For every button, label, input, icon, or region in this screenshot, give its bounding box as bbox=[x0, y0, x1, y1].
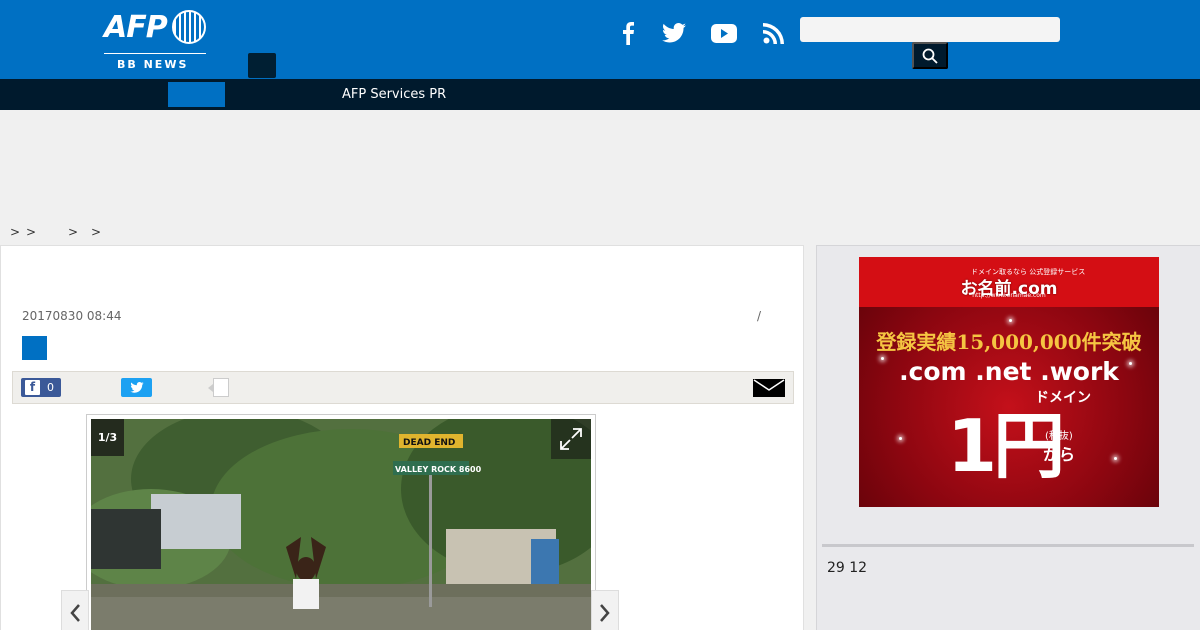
ad-price: 1円 bbox=[947, 404, 1065, 488]
gallery-expand-button[interactable] bbox=[551, 419, 591, 459]
photo-sign-dead-end: DEAD END bbox=[403, 438, 455, 448]
logo-text: AFP bbox=[104, 10, 168, 45]
gallery-next-button[interactable] bbox=[591, 590, 619, 630]
sparkle-decoration bbox=[1114, 457, 1117, 460]
sidebar-heading: 29 12 bbox=[827, 560, 868, 576]
facebook-icon bbox=[623, 22, 634, 45]
site-header: AFP BB NEWS bbox=[0, 0, 1200, 79]
sparkle-decoration bbox=[1009, 319, 1012, 322]
chevron-right-icon bbox=[600, 603, 610, 622]
youtube-icon bbox=[711, 23, 737, 43]
rss-link[interactable] bbox=[759, 18, 789, 48]
nav-item-afp-services-pr[interactable]: AFP Services PR bbox=[342, 87, 446, 102]
logo-divider bbox=[104, 53, 206, 54]
breadcrumb-separator: > bbox=[26, 225, 37, 239]
sparkle-decoration bbox=[899, 437, 902, 440]
flood-photo-illustration: DEAD END VALLEY ROCK 8600 bbox=[91, 419, 591, 630]
logo-subtext: BB NEWS bbox=[117, 58, 189, 71]
breadcrumb-separator: > bbox=[91, 225, 102, 239]
gallery-counter: 1/3 bbox=[91, 419, 124, 456]
twitter-icon bbox=[129, 382, 144, 393]
ad-url: http://www.onamae.com bbox=[972, 292, 1046, 299]
gallery-photo[interactable]: DEAD END VALLEY ROCK 8600 1/3 bbox=[91, 419, 591, 630]
search-button[interactable] bbox=[912, 42, 948, 69]
ad-domains: .com .net .work bbox=[899, 357, 1119, 386]
twitter-icon bbox=[662, 23, 686, 43]
twitter-share-button[interactable] bbox=[121, 378, 152, 397]
category-badge[interactable] bbox=[22, 336, 47, 360]
search-icon bbox=[922, 48, 938, 64]
sidebar-divider bbox=[822, 544, 1194, 547]
photo-gallery: DEAD END VALLEY ROCK 8600 1/3 bbox=[86, 414, 596, 630]
gallery-prev-button[interactable] bbox=[61, 590, 89, 630]
header-menu-button[interactable] bbox=[248, 53, 276, 78]
advertisement-banner[interactable]: ドメイン取るなら 公式登録サービス お名前.com http://www.ona… bbox=[859, 257, 1159, 507]
breadcrumb-separator: > bbox=[10, 225, 21, 239]
ad-award: 登録実績15,000,000件突破 bbox=[876, 330, 1142, 354]
share-bar: f 0 bbox=[12, 371, 794, 404]
globe-icon bbox=[172, 10, 206, 44]
ad-header-strip: ドメイン取るなら 公式登録サービス お名前.com http://www.ona… bbox=[859, 257, 1159, 307]
share-count-bubble bbox=[208, 378, 229, 397]
search-input[interactable] bbox=[800, 17, 1060, 42]
expand-icon bbox=[560, 428, 582, 450]
rss-icon bbox=[763, 23, 784, 44]
afp-logo[interactable]: AFP BB NEWS bbox=[104, 8, 208, 72]
mail-share-button[interactable] bbox=[753, 379, 785, 397]
facebook-link[interactable] bbox=[613, 18, 643, 48]
article-card: 20170830 08:44 / f 0 DEAD END VALLEY ROC… bbox=[0, 245, 804, 630]
main-nav: AFP Services PR bbox=[0, 79, 1200, 110]
facebook-share-button[interactable]: f 0 bbox=[21, 378, 61, 397]
breadcrumb-separator: > bbox=[68, 225, 79, 239]
chevron-left-icon bbox=[70, 603, 80, 622]
mail-icon bbox=[753, 379, 785, 397]
byline-separator: / bbox=[757, 309, 762, 323]
facebook-icon: f bbox=[25, 380, 40, 395]
photo-sign-valley-rock: VALLEY ROCK 8600 bbox=[395, 465, 482, 474]
sidebar: ドメイン取るなら 公式登録サービス お名前.com http://www.ona… bbox=[816, 245, 1200, 630]
article-date: 20170830 08:44 bbox=[22, 309, 122, 323]
facebook-share-count: 0 bbox=[47, 381, 54, 394]
twitter-link[interactable] bbox=[659, 18, 689, 48]
nav-item-active[interactable] bbox=[168, 82, 225, 107]
ad-suffix: から bbox=[1043, 445, 1076, 464]
ad-tax: (税抜) bbox=[1045, 431, 1073, 442]
youtube-link[interactable] bbox=[709, 18, 739, 48]
